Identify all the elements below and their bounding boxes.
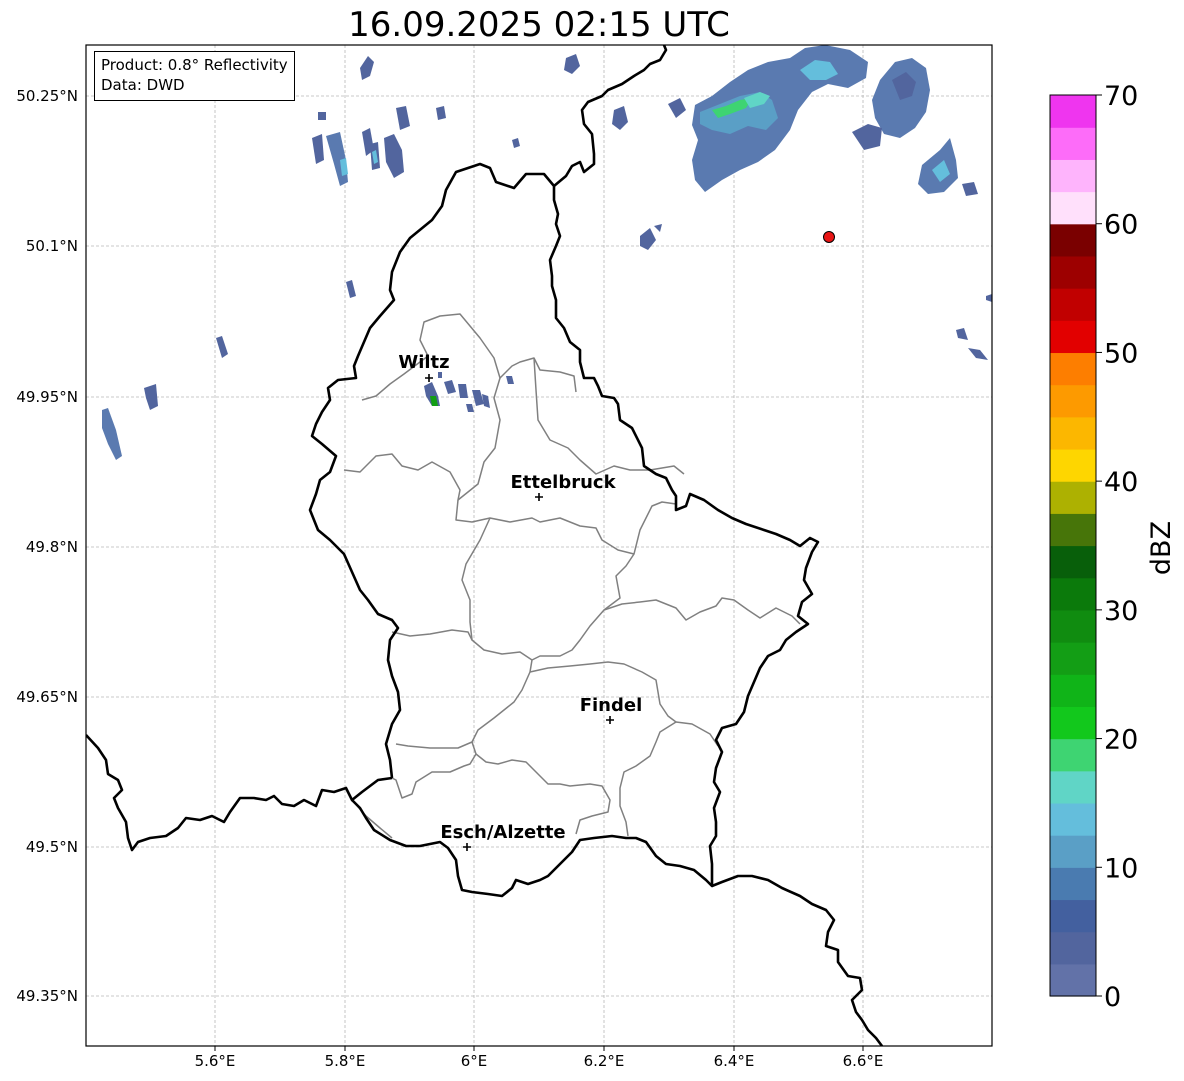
lat-tick-label: 49.65°N (16, 688, 78, 706)
data-source-text: Data: DWD (101, 76, 185, 94)
city-marker-icon (425, 374, 433, 382)
colorbar-segment (1050, 931, 1096, 965)
colorbar-segment (1050, 642, 1096, 675)
city-label: Esch/Alzette (440, 822, 565, 843)
product-info-box: Product: 0.8° Reflectivity Data: DWD (94, 51, 295, 101)
city-label: Ettelbruck (510, 472, 616, 493)
radar-echoes (102, 45, 992, 460)
colorbar-segment (1050, 320, 1096, 354)
colorbar-segment (1050, 867, 1096, 901)
colorbar-tick-label: 60 (1104, 210, 1138, 241)
national-borders (86, 45, 884, 1046)
radar-map: 5.6°E 5.8°E 6°E 6.2°E 6.4°E 6.6°E 50.25°… (16, 44, 1177, 1070)
colorbar-tick-label: 70 (1104, 81, 1138, 112)
colorbar-label: dBZ (1146, 521, 1177, 575)
colorbar-segment (1050, 191, 1096, 225)
colorbar-segment (1050, 513, 1096, 547)
lat-tick-label: 50.1°N (26, 237, 78, 255)
colorbar-tick-label: 20 (1104, 725, 1138, 756)
colorbar-segment (1050, 545, 1096, 579)
city-marker-icon (463, 843, 471, 851)
lat-tick-label: 49.5°N (26, 838, 78, 856)
colorbar-segment (1050, 255, 1096, 289)
lat-tick-label: 49.95°N (16, 388, 78, 406)
echo-cluster-northeast (564, 45, 992, 360)
location-marker-icon (823, 231, 835, 243)
lon-tick-label: 6°E (461, 1052, 488, 1070)
colorbar-segment (1050, 288, 1096, 321)
colorbar-segment (1050, 802, 1096, 836)
colorbar-ticks: 0 10 20 30 40 50 60 70 (1096, 81, 1138, 1013)
longitude-tick-labels: 5.6°E 5.8°E 6°E 6.2°E 6.4°E 6.6°E (195, 1052, 884, 1070)
colorbar-tick-label: 10 (1104, 853, 1138, 884)
colorbar-segment (1050, 738, 1096, 772)
colorbar-segment (1050, 384, 1096, 418)
city-marker-icon (606, 716, 614, 724)
colorbar-segment (1050, 835, 1096, 868)
colorbar: 0 10 20 30 40 50 60 70 dBZ (1049, 81, 1177, 1013)
colorbar-segment (1050, 159, 1096, 193)
city-findel: Findel (580, 695, 643, 724)
city-label: Findel (580, 695, 643, 716)
product-text: Product: 0.8° Reflectivity (101, 56, 288, 74)
colorbar-segment (1050, 706, 1096, 740)
colorbar-segment (1050, 899, 1096, 933)
echo-cluster-northwest (102, 56, 520, 460)
colorbar-segment (1050, 352, 1096, 386)
colorbar-segment (1050, 481, 1096, 514)
lon-tick-label: 6.2°E (584, 1052, 625, 1070)
colorbar-segment (1050, 95, 1096, 128)
colorbar-tick-label: 50 (1104, 338, 1138, 369)
lat-tick-label: 50.25°N (16, 87, 78, 105)
district-boundaries (343, 313, 801, 839)
colorbar-segment (1050, 448, 1096, 482)
colorbar-segment (1050, 674, 1096, 707)
colorbar-segment (1050, 416, 1096, 450)
colorbar-tick-label: 40 (1104, 467, 1138, 498)
colorbar-segment (1050, 963, 1096, 997)
city-markers: Wiltz Ettelbruck Findel Esch/Alzette (398, 352, 642, 851)
lon-tick-label: 6.4°E (714, 1052, 755, 1070)
colorbar-tick-label: 30 (1104, 596, 1138, 627)
colorbar-segment (1050, 127, 1096, 160)
colorbar-segment (1050, 770, 1096, 804)
city-marker-icon (535, 493, 543, 501)
city-label: Wiltz (398, 352, 449, 373)
colorbar-segments (1050, 95, 1096, 997)
lat-tick-label: 49.8°N (26, 538, 78, 556)
lon-tick-label: 5.6°E (195, 1052, 236, 1070)
gridlines (86, 45, 992, 1046)
colorbar-segment (1050, 577, 1096, 611)
colorbar-tick-label: 0 (1104, 982, 1121, 1013)
colorbar-segment (1050, 223, 1096, 257)
city-ettelbruck: Ettelbruck (510, 472, 617, 501)
lon-tick-label: 5.8°E (325, 1052, 366, 1070)
latitude-tick-labels: 50.25°N 50.1°N 49.95°N 49.8°N 49.65°N 49… (16, 87, 78, 1005)
lat-tick-label: 49.35°N (16, 987, 78, 1005)
lon-tick-label: 6.6°E (843, 1052, 884, 1070)
colorbar-segment (1050, 609, 1096, 643)
